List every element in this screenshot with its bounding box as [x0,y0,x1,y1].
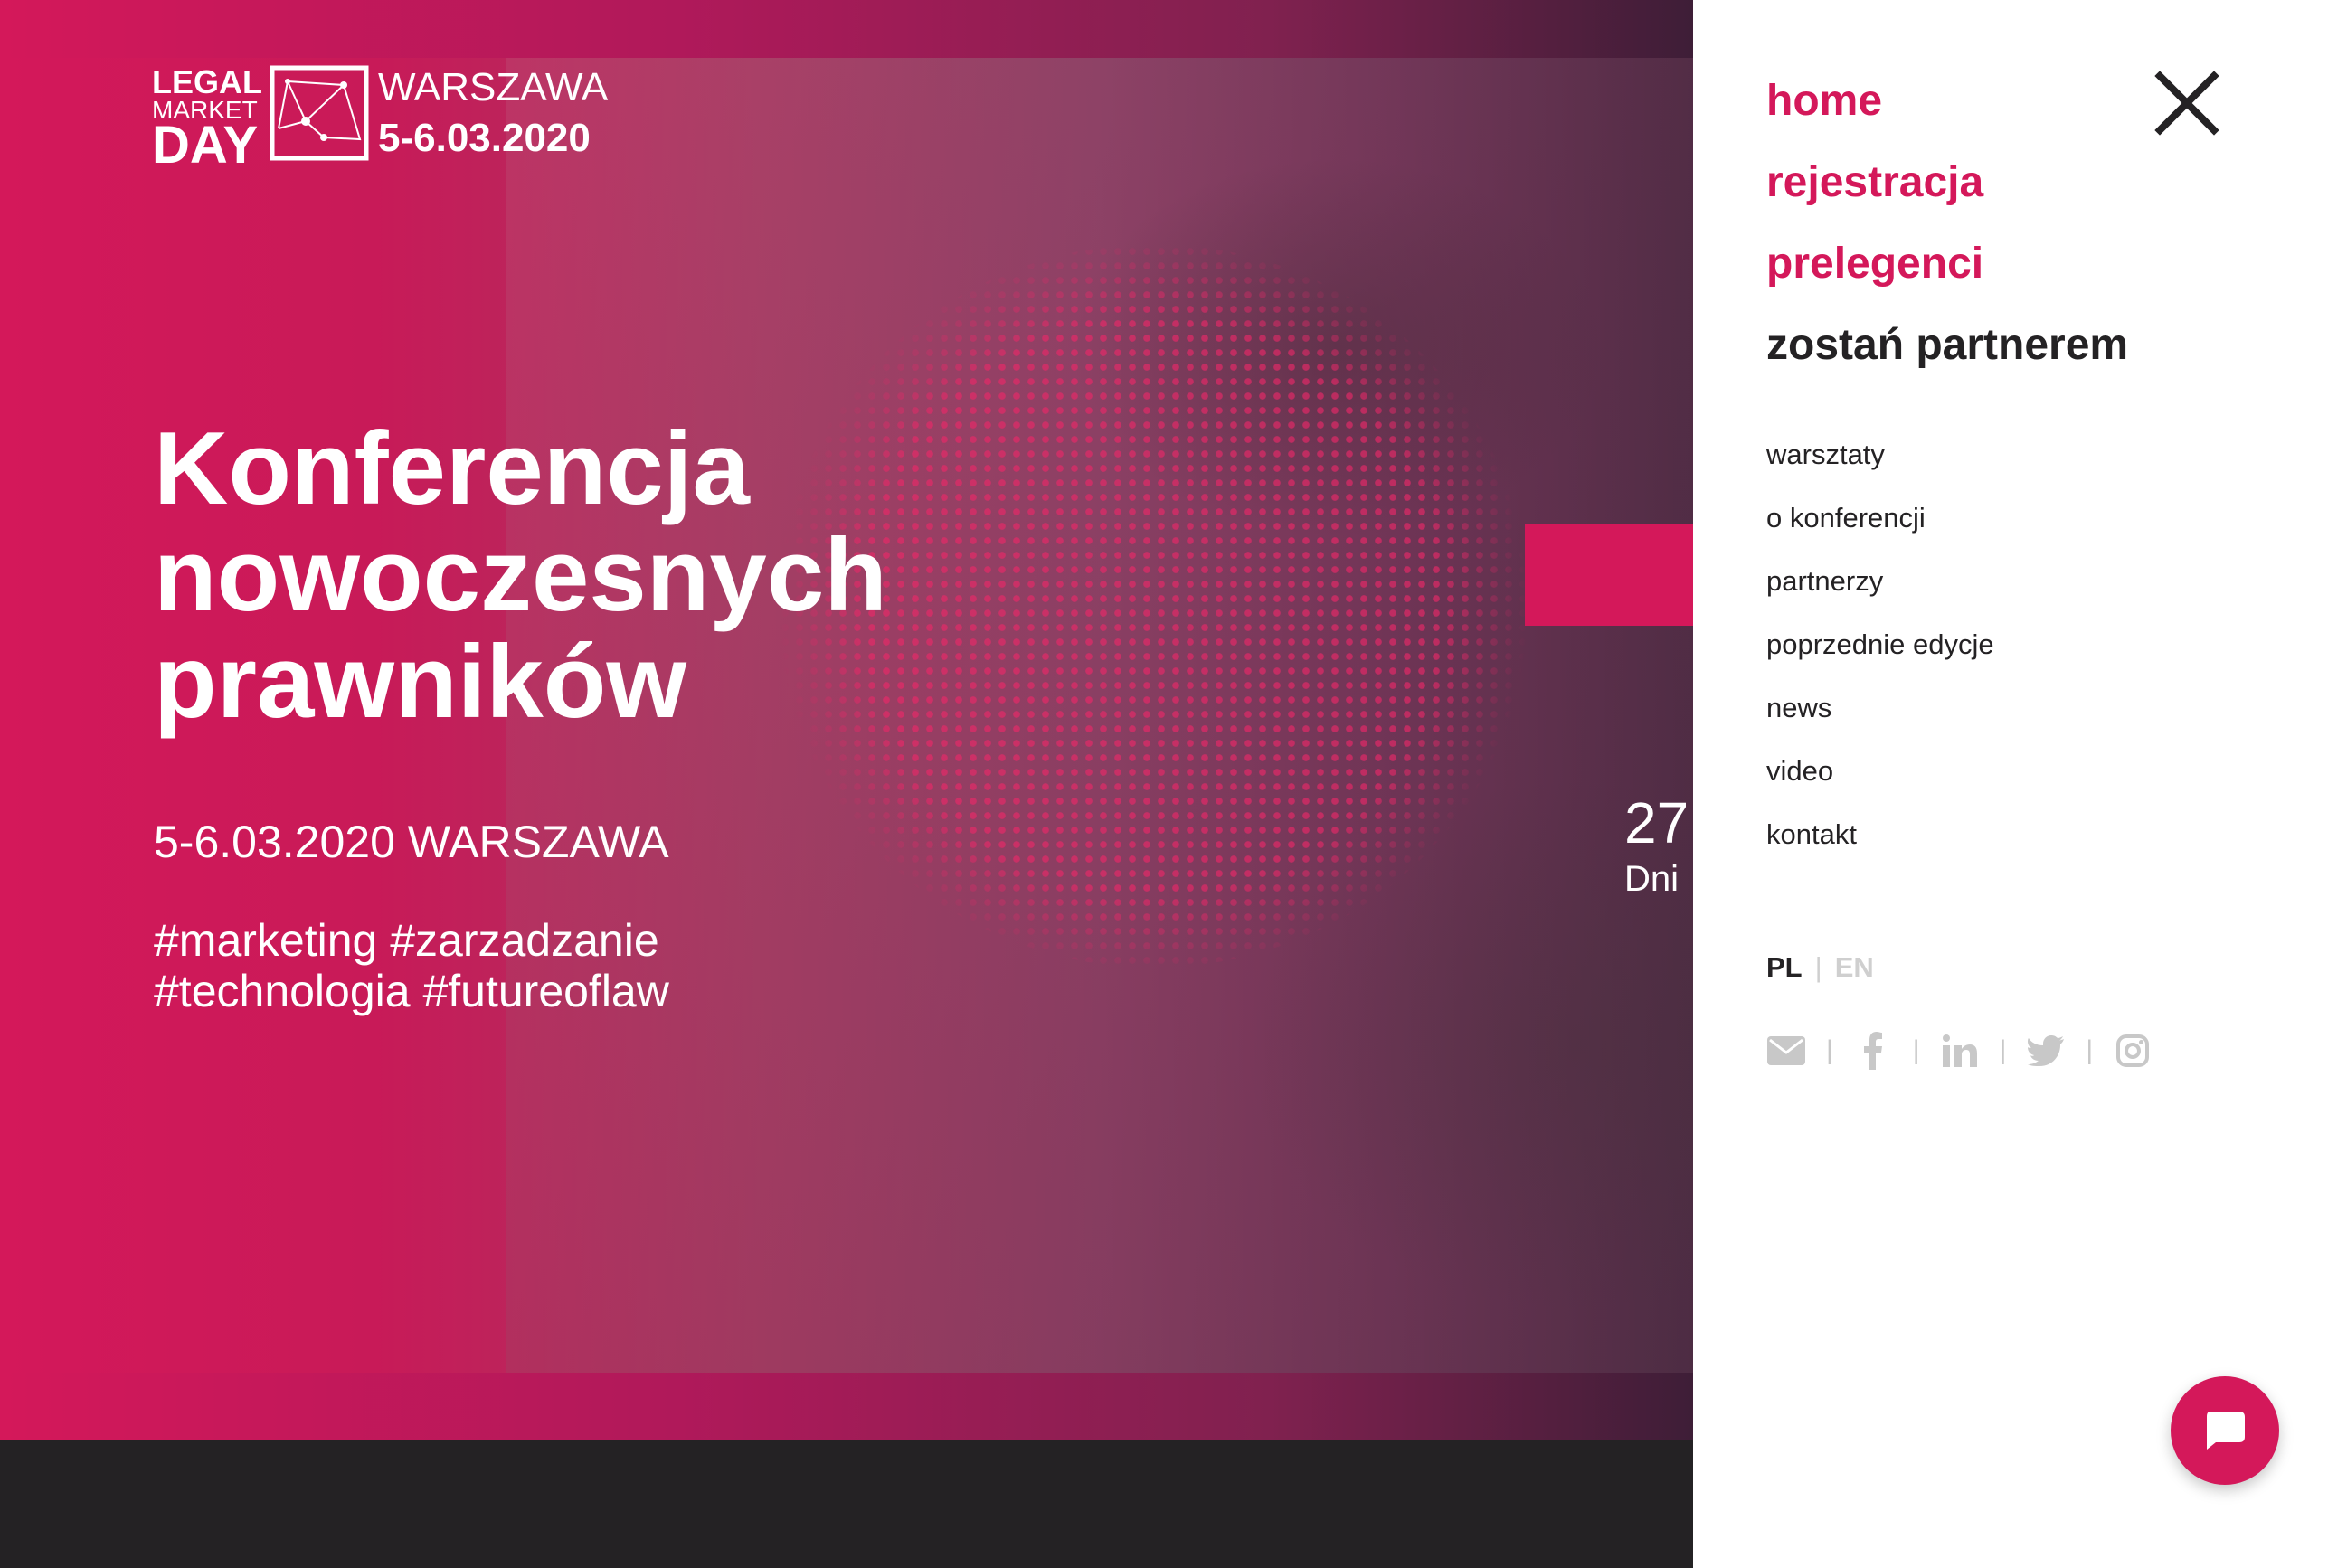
twitter-icon[interactable] [2026,1031,2066,1071]
hero-bottom-band [0,1373,1693,1440]
logo-word-day: DAY [152,116,259,175]
countdown-value: 27 [1624,790,1689,855]
linkedin-icon[interactable] [1940,1031,1980,1071]
chat-bubble-icon [2207,1412,2245,1450]
logo-date: 5-6.03.2020 [378,116,591,160]
menu-item-news[interactable]: news [1766,685,1994,749]
hero-hashtags: #marketing #zarzadzanie #technologia #fu… [154,915,669,1016]
menu-item-zostan-partnerem[interactable]: zostań partnerem [1766,316,2128,398]
next-section [0,1440,1693,1568]
chat-button[interactable] [2171,1376,2279,1485]
logo-network-icon [270,65,369,161]
social-separator: | [1999,1035,2007,1065]
menu-item-prelegenci[interactable]: prelegenci [1766,235,2128,316]
side-menu: home rejestracja prelegenci zostań partn… [1693,0,2328,1568]
menu-item-poprzednie-edycje[interactable]: poprzednie edycje [1766,622,1994,685]
menu-item-video[interactable]: video [1766,749,1994,812]
hero-date-location: 5-6.03.2020 WARSZAWA [154,817,669,867]
language-switch: PL | EN [1766,951,1874,984]
logo-city: WARSZAWA [378,65,609,109]
facebook-icon[interactable] [1853,1031,1893,1071]
menu-item-rejestracja[interactable]: rejestracja [1766,154,2128,235]
secondary-menu: warsztaty o konferencji partnerzy poprze… [1766,432,1994,875]
hero-banner: LEGAL MARKET DAY WARSZAWA 5-6.03.2020 Ko… [0,0,1693,1440]
primary-menu: home rejestracja prelegenci zostań partn… [1766,72,2128,398]
close-icon [2154,71,2219,136]
lang-pl[interactable]: PL [1766,951,1803,983]
lang-en[interactable]: EN [1835,951,1874,983]
hero-headline: Konferencja nowoczesnych prawników [154,411,887,740]
social-links: | | | | [1766,1031,2153,1071]
social-separator: | [1826,1035,1833,1065]
countdown-unit: Dni [1624,859,1680,899]
instagram-icon[interactable] [2113,1031,2153,1071]
close-menu-button[interactable] [2153,69,2221,137]
menu-item-kontakt[interactable]: kontakt [1766,812,1994,875]
menu-item-partnerzy[interactable]: partnerzy [1766,559,1994,622]
menu-item-home[interactable]: home [1766,72,2128,154]
accent-block [1525,524,1693,626]
social-separator: | [2086,1035,2094,1065]
hero-top-band [0,0,1693,58]
social-separator: | [1912,1035,1920,1065]
menu-item-warsztaty[interactable]: warsztaty [1766,432,1994,496]
countdown: 27 Dni [1624,794,1689,900]
envelope-icon[interactable] [1766,1031,1806,1071]
lang-separator: | [1814,951,1822,983]
menu-item-o-konferencji[interactable]: o konferencji [1766,496,1994,559]
